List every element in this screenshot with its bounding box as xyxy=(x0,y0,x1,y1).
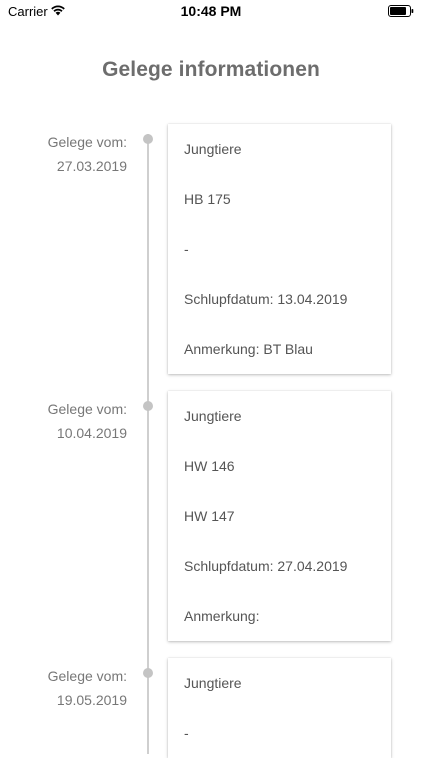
entry-date-label: Gelege vom: 19.05.2019 xyxy=(47,668,127,708)
card-row-title: Jungtiere xyxy=(184,141,242,157)
card-row-animal: - xyxy=(184,241,189,257)
card-row-hatch-date: Schlupfdatum: 13.04.2019 xyxy=(184,291,348,307)
entry-date-label: Gelege vom: 10.04.2019 xyxy=(47,401,127,441)
card-row-note: Anmerkung: xyxy=(184,608,260,624)
card-row-title: Jungtiere xyxy=(184,408,242,424)
timeline-line xyxy=(147,134,149,754)
card-row-title: Jungtiere xyxy=(184,675,242,691)
card-row-hatch-date: Schlupfdatum: 27.04.2019 xyxy=(184,558,348,574)
card-row-animal: HW 146 xyxy=(184,458,235,474)
card-row-animal: HB 175 xyxy=(184,191,231,207)
page-title: Gelege informationen xyxy=(102,58,320,81)
card-row-animal: - xyxy=(184,725,189,741)
entry-date-label: Gelege vom: 27.03.2019 xyxy=(47,134,127,174)
status-bar: Carrier 10:48 PM xyxy=(0,0,422,24)
timeline-dot xyxy=(143,668,153,678)
entry-card[interactable]: Jungtiere HB 175 - Schlupfdatum: 13.04.2… xyxy=(168,124,391,374)
entry-card[interactable]: Jungtiere - xyxy=(168,658,391,758)
timeline-dot xyxy=(143,134,153,144)
card-row-animal: HW 147 xyxy=(184,508,235,524)
entry-card[interactable]: Jungtiere HW 146 HW 147 Schlupfdatum: 27… xyxy=(168,391,391,641)
clock: 10:48 PM xyxy=(180,3,242,19)
card-row-note: Anmerkung: BT Blau xyxy=(184,341,313,357)
battery-icon xyxy=(388,5,414,17)
timeline-dot xyxy=(143,401,153,411)
